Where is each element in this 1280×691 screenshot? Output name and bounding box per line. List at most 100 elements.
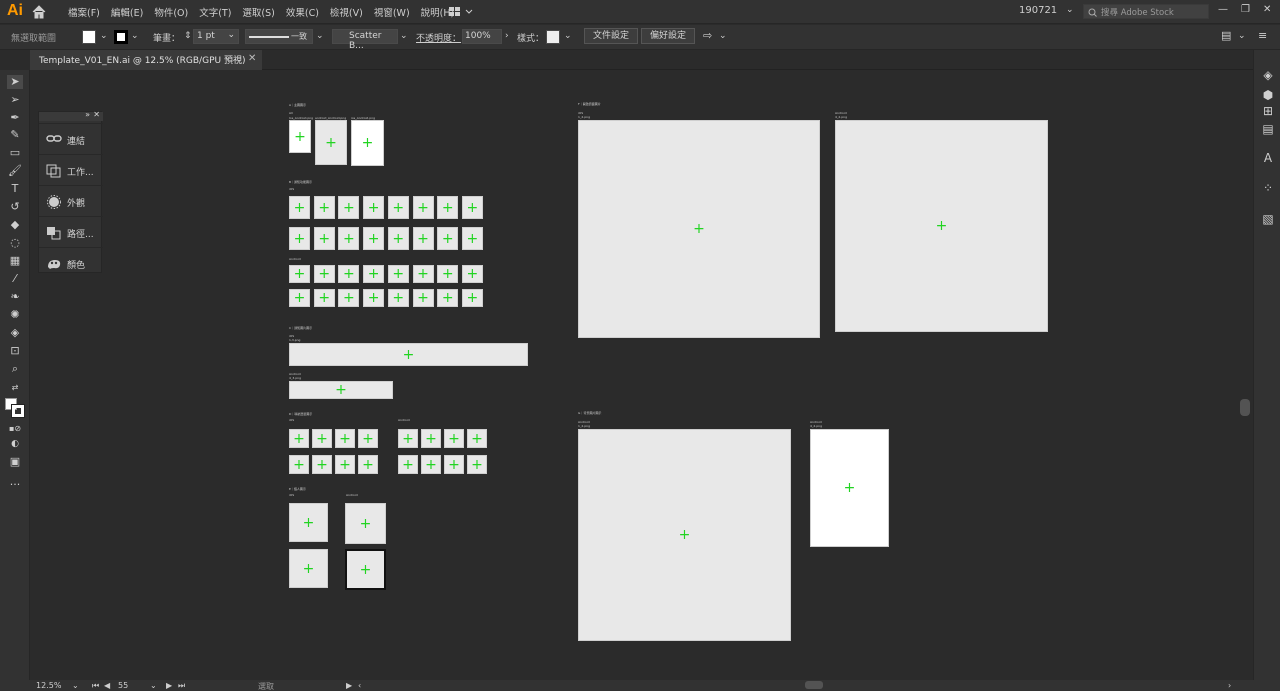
artboard[interactable]: + xyxy=(437,196,459,219)
menu-type[interactable]: 文字(T) xyxy=(199,5,231,19)
menu-edit[interactable]: 編輯(E) xyxy=(111,5,143,19)
workspace-switcher-icon[interactable] xyxy=(448,6,474,18)
screen-mode-icon[interactable]: ▣ xyxy=(7,455,23,469)
canvas-area[interactable]: A｜主圖圖示 All Ios_Android.png android_Andro… xyxy=(30,70,1238,680)
document-setup-button[interactable]: 文件設定 xyxy=(584,28,638,44)
maximize-icon[interactable]: ❐ xyxy=(1241,4,1250,15)
chevron-down-icon[interactable]: ⌄ xyxy=(100,31,108,41)
character-icon[interactable]: A xyxy=(1261,151,1275,165)
direct-selection-tool-icon[interactable]: ➢ xyxy=(7,93,23,107)
eyedropper-tool-icon[interactable]: ⁄ xyxy=(7,272,23,286)
artboard[interactable]: + xyxy=(289,455,309,474)
stepper-icon[interactable]: ⇕ xyxy=(184,31,192,41)
vertical-scrollbar[interactable] xyxy=(1238,70,1252,680)
drawing-mode-icon[interactable]: ◐ xyxy=(7,437,23,451)
artboard[interactable]: + xyxy=(338,196,360,219)
artboard[interactable]: + xyxy=(461,196,483,219)
panel-header[interactable]: » ✕ xyxy=(39,110,103,121)
swap-colors-icon[interactable]: ⇄ xyxy=(7,381,23,395)
artboard[interactable]: + xyxy=(313,265,335,283)
artboard[interactable]: + xyxy=(578,429,791,641)
previous-artboard-icon[interactable]: ◀ xyxy=(104,681,110,690)
menu-object[interactable]: 物件(O) xyxy=(154,5,188,19)
artboard[interactable]: + xyxy=(421,455,441,474)
home-icon[interactable] xyxy=(32,5,46,19)
artboard[interactable]: + xyxy=(461,289,483,307)
artboard[interactable]: + xyxy=(313,289,335,307)
properties-icon[interactable]: ⊞ xyxy=(1261,104,1275,118)
more-tools-icon[interactable]: ··· xyxy=(7,478,23,492)
document-tab[interactable]: Template_V01_EN.ai @ 12.5% (RGB/GPU 預視) xyxy=(30,50,262,70)
menu-effect[interactable]: 效果(C) xyxy=(286,5,319,19)
close-icon[interactable]: ✕ xyxy=(93,110,100,119)
stroke-weight-field[interactable]: 1 pt ⌄ xyxy=(193,29,239,44)
eraser-tool-icon[interactable]: ◆ xyxy=(7,218,23,232)
fill-swatch[interactable] xyxy=(82,30,96,44)
artboard[interactable]: + xyxy=(289,549,328,588)
artboard[interactable]: + xyxy=(289,429,309,448)
artboard[interactable]: + xyxy=(289,381,393,399)
artboard[interactable]: + xyxy=(363,265,385,283)
panel-item-appearance[interactable]: 外觀 xyxy=(39,185,103,216)
next-artboard-icon[interactable]: ▶ xyxy=(166,681,172,690)
artboard[interactable]: + xyxy=(335,455,355,474)
rectangle-tool-icon[interactable]: ▭ xyxy=(7,146,23,160)
paintbrush-tool-icon[interactable]: 🖌 xyxy=(7,164,23,178)
style-swatch[interactable] xyxy=(546,30,560,44)
chevron-down-icon[interactable]: ⌄ xyxy=(316,31,324,41)
opacity-label[interactable]: 不透明度： xyxy=(416,31,461,44)
align-icon[interactable]: ⇨ xyxy=(703,29,712,42)
last-artboard-icon[interactable]: ⏭ xyxy=(178,681,185,691)
stroke-swatch[interactable] xyxy=(114,30,128,44)
scroll-left-icon[interactable]: ‹ xyxy=(358,681,361,690)
chevron-down-icon[interactable]: ⌄ xyxy=(1238,31,1246,41)
brush-field[interactable]: Scatter B... xyxy=(332,29,398,51)
menu-window[interactable]: 視窗(W) xyxy=(374,5,410,19)
curvature-tool-icon[interactable]: ✎ xyxy=(7,128,23,142)
artboard[interactable]: + xyxy=(338,289,360,307)
preferences-button[interactable]: 偏好設定 xyxy=(641,28,695,44)
first-artboard-icon[interactable]: ⏮ xyxy=(92,681,99,691)
type-tool-icon[interactable]: T xyxy=(7,182,23,196)
artboard[interactable]: + xyxy=(289,265,310,283)
artboard[interactable]: + xyxy=(363,289,385,307)
artboard[interactable]: + xyxy=(338,227,360,250)
artboard[interactable]: + xyxy=(312,429,332,448)
artboard[interactable]: + xyxy=(387,227,409,250)
artboard[interactable]: + xyxy=(312,455,332,474)
zoom-tool-icon[interactable]: ⌕ xyxy=(7,362,23,376)
artboard[interactable]: + xyxy=(461,265,483,283)
chevron-down-icon[interactable]: ⌄ xyxy=(1066,5,1074,15)
artboard[interactable]: + xyxy=(289,196,310,219)
artboard[interactable]: + xyxy=(412,289,434,307)
artboard[interactable]: + xyxy=(289,289,310,307)
artboard[interactable]: + xyxy=(335,429,355,448)
artboard[interactable]: + xyxy=(358,455,378,474)
status-menu-icon[interactable]: ▶ xyxy=(346,681,352,690)
chevron-down-icon[interactable]: ⌄ xyxy=(400,31,408,41)
artboard[interactable]: + xyxy=(398,429,418,448)
arrange-documents-icon[interactable]: ▤ xyxy=(1221,29,1231,42)
artboard[interactable]: + xyxy=(289,343,528,366)
libraries-icon[interactable]: ⬢ xyxy=(1261,88,1275,102)
artboard[interactable]: + xyxy=(444,455,464,474)
menu-file[interactable]: 檔案(F) xyxy=(68,5,100,19)
artboard[interactable]: + xyxy=(313,196,335,219)
menu-select[interactable]: 選取(S) xyxy=(242,5,274,19)
artboard[interactable]: + xyxy=(345,549,386,590)
artboard[interactable]: + xyxy=(461,227,483,250)
artboard[interactable]: + xyxy=(338,265,360,283)
artboard[interactable]: + xyxy=(289,503,328,542)
lasso-tool-icon[interactable]: ◌ xyxy=(7,236,23,250)
artboard-number[interactable]: 55 xyxy=(118,681,128,690)
artboard[interactable]: + xyxy=(467,455,487,474)
shape-builder-tool-icon[interactable]: ◈ xyxy=(7,326,23,340)
character-styles-icon[interactable]: ▤ xyxy=(1261,122,1275,136)
gradient-tool-icon[interactable]: ▦ xyxy=(7,254,23,268)
artboard[interactable]: + xyxy=(351,120,384,166)
artboard[interactable]: + xyxy=(358,429,378,448)
artboard[interactable]: + xyxy=(578,120,820,338)
stroke-color-swatch[interactable] xyxy=(11,404,25,418)
artboard[interactable]: + xyxy=(363,196,385,219)
symbol-sprayer-tool-icon[interactable]: ✺ xyxy=(7,308,23,322)
